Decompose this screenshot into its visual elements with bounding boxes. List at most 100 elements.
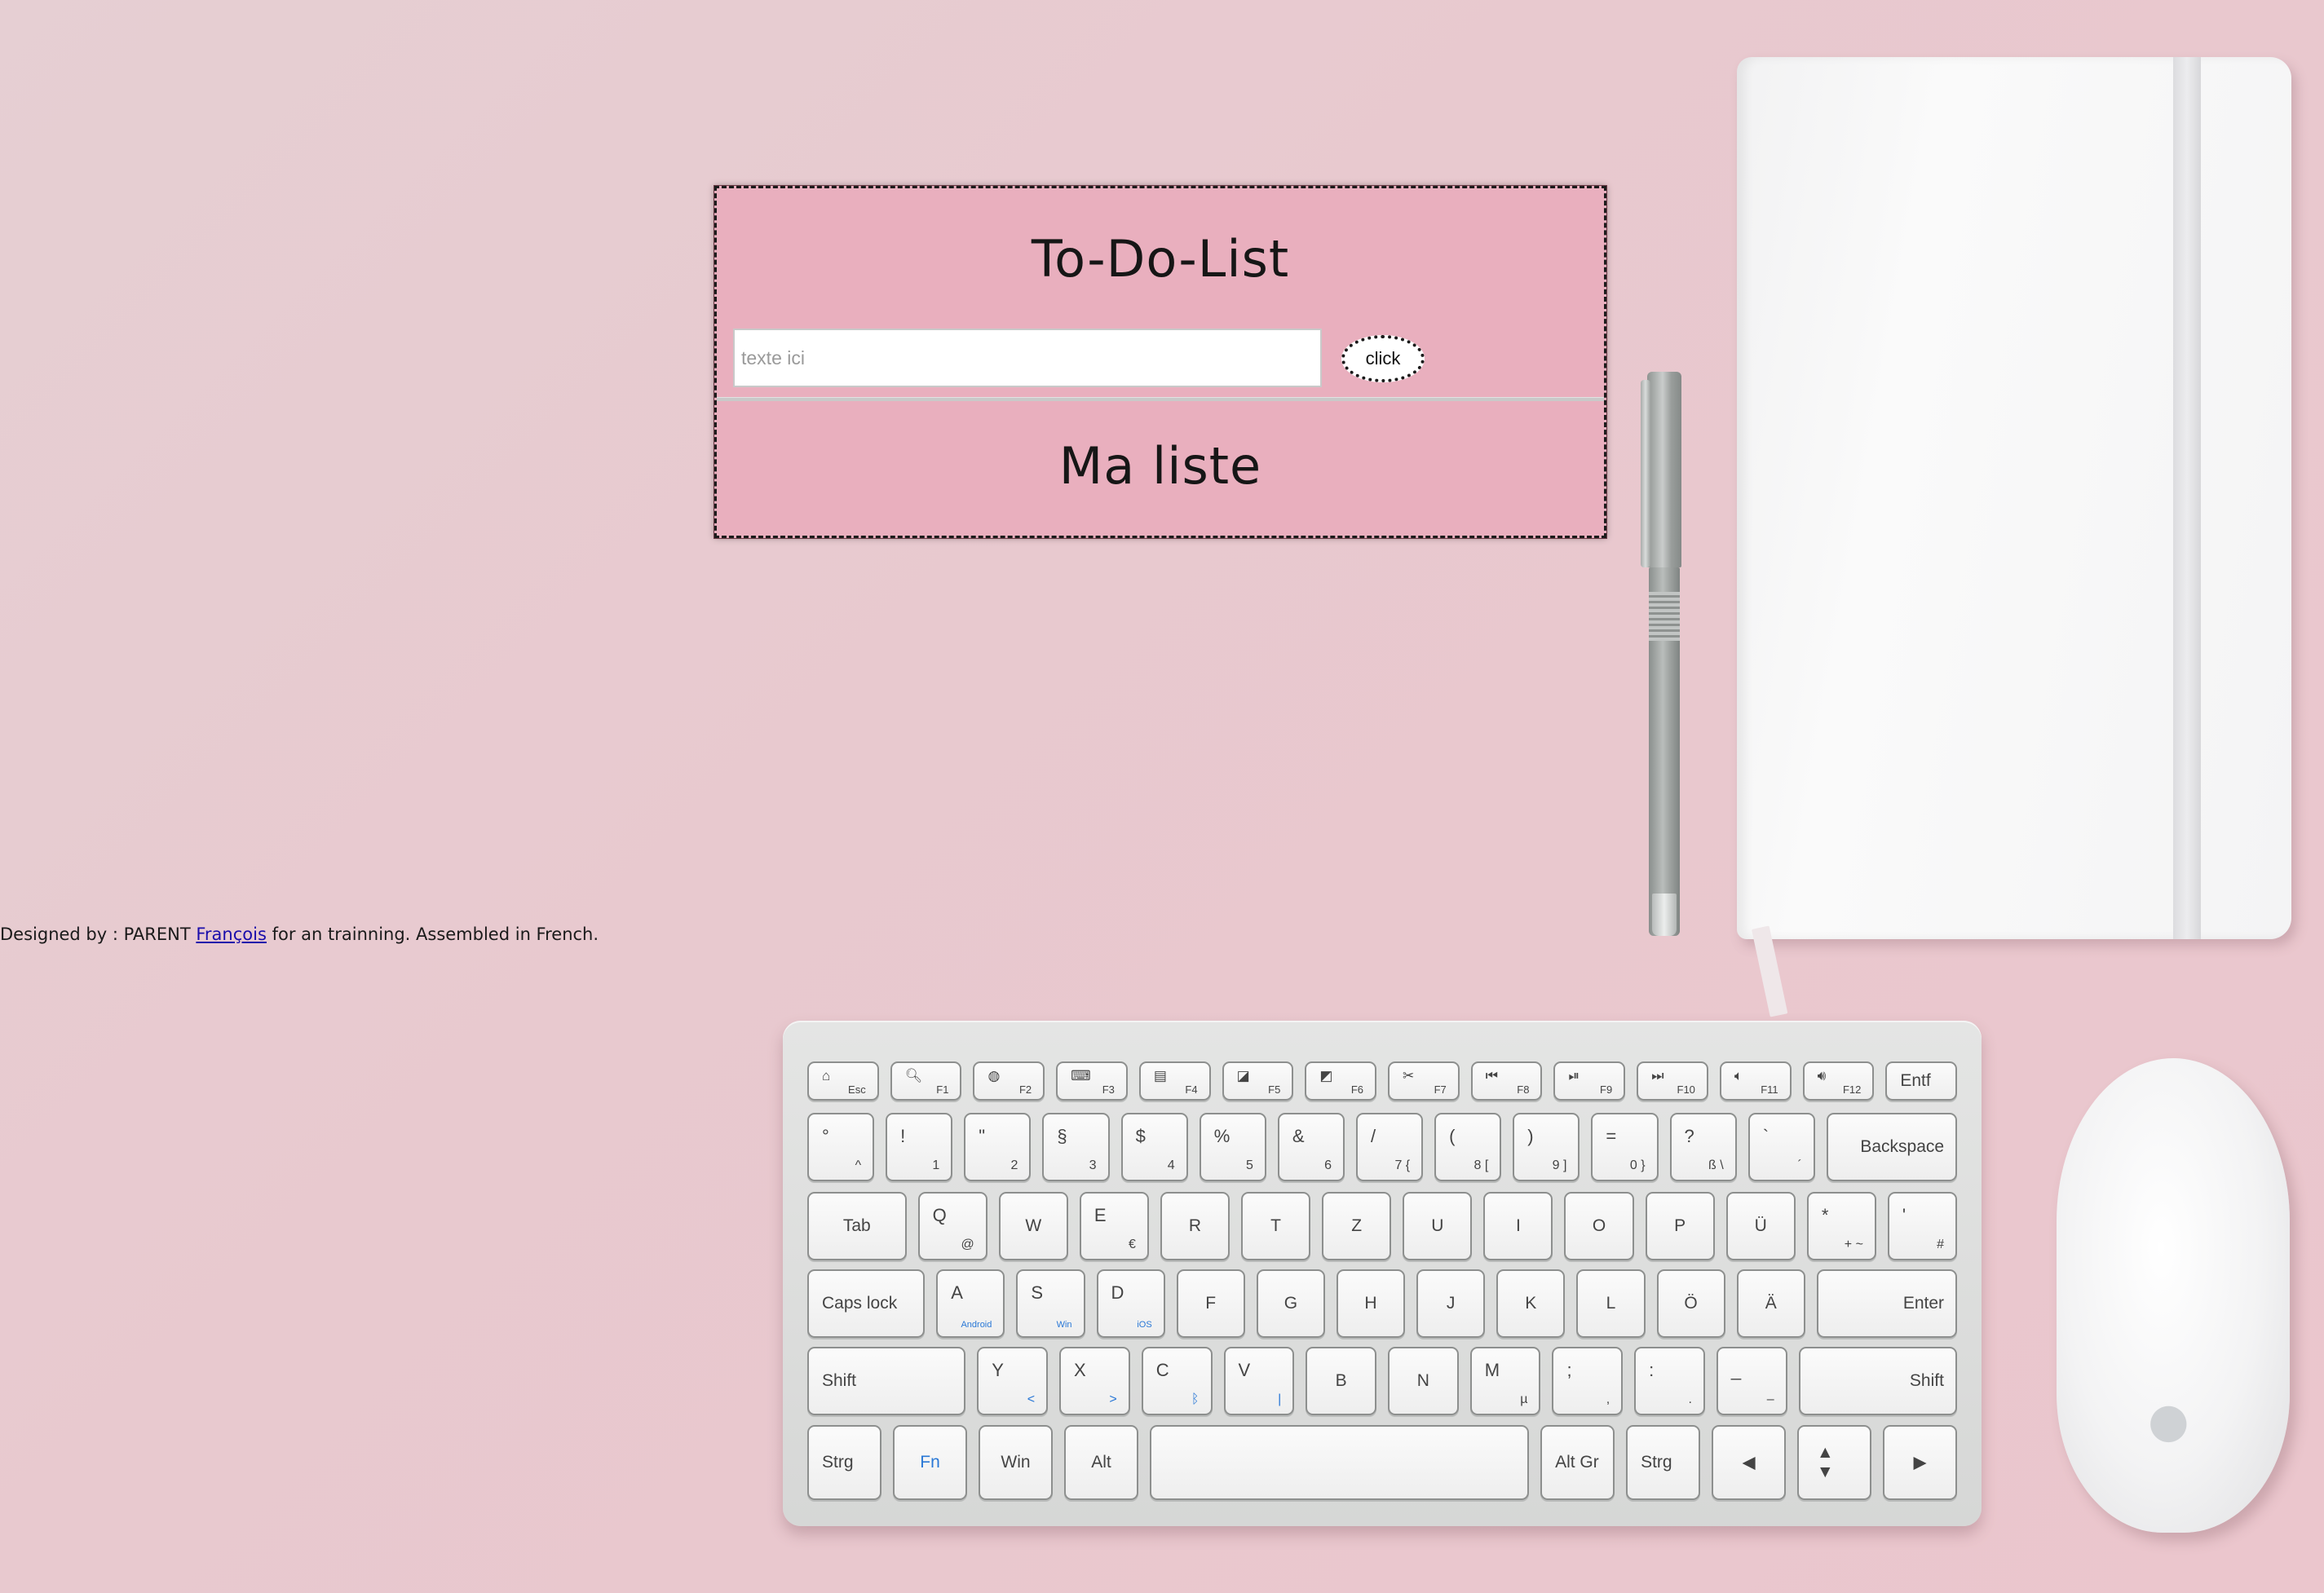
key-label: M	[1484, 1360, 1500, 1380]
key-label: H	[1364, 1294, 1377, 1313]
key-sublabel: + ~	[1844, 1238, 1863, 1251]
key-label: `	[1762, 1126, 1770, 1146]
key-sublabel: F7	[1434, 1083, 1447, 1096]
key-label: W	[1025, 1216, 1042, 1235]
key-label: Entf	[1900, 1071, 1931, 1090]
key-label: R	[1188, 1216, 1202, 1235]
key-label: U	[1431, 1216, 1444, 1235]
key-label: Alt Gr	[1555, 1453, 1599, 1472]
key-sublabel: F3	[1102, 1083, 1115, 1096]
key-label: D	[1111, 1282, 1124, 1303]
key-sublabel: F2	[1018, 1083, 1032, 1096]
key-sublabel: 5	[1245, 1158, 1253, 1172]
key-sublabel: €	[1129, 1238, 1136, 1251]
keyboard-key: A Android	[936, 1269, 1005, 1338]
key-label: *	[1821, 1205, 1829, 1225]
keyboard-key: I	[1483, 1192, 1553, 1260]
key-sublabel: F10	[1677, 1083, 1695, 1096]
key-label: E	[1094, 1205, 1107, 1225]
key-sublabel: F4	[1185, 1083, 1198, 1096]
add-task-button[interactable]: click	[1341, 335, 1425, 382]
keyboard-key: Entf	[1885, 1061, 1958, 1101]
keyboard-key: N	[1387, 1347, 1459, 1415]
keyboard-key: ` ´	[1747, 1113, 1815, 1181]
keyboard-key: J	[1416, 1269, 1486, 1338]
key-label: A	[951, 1282, 963, 1303]
keyboard-key: B	[1306, 1347, 1376, 1415]
card-divider	[717, 397, 1604, 401]
keyboard-key: E €	[1079, 1192, 1149, 1260]
key-label: "	[979, 1126, 986, 1146]
page-title: To-Do-List	[1031, 229, 1290, 289]
keyboard-key: $4	[1120, 1113, 1188, 1181]
keyboard-key: Fn	[893, 1425, 967, 1500]
mouse-photo: ●	[2057, 1058, 2290, 1533]
keyboard-key: ' #	[1887, 1192, 1958, 1260]
key-label: Alt	[1091, 1453, 1111, 1472]
footer-prefix: Designed by : PARENT	[0, 924, 197, 944]
key-label: ◍	[987, 1068, 1001, 1083]
key-label: Shift	[822, 1371, 857, 1390]
key-label: ◀	[1742, 1453, 1756, 1472]
key-label: 🔈︎	[1734, 1068, 1743, 1083]
todo-text-input[interactable]	[733, 329, 1322, 387]
key-label: C	[1155, 1360, 1169, 1380]
keyboard-key: Ö	[1656, 1269, 1725, 1338]
key-label: Fn	[920, 1453, 940, 1472]
key-sublabel: ᛒ	[1191, 1392, 1200, 1406]
key-label: ⌂	[822, 1068, 831, 1083]
keyboard-key: ▤ F4	[1138, 1061, 1211, 1101]
keyboard-key: ° ^	[807, 1113, 875, 1181]
key-label: _	[1730, 1360, 1742, 1380]
key-label: §	[1057, 1126, 1067, 1146]
keyboard-key: F	[1176, 1269, 1245, 1338]
key-sublabel: .	[1688, 1392, 1692, 1406]
keyboard-key: 🔍︎ F1	[890, 1061, 962, 1101]
key-sublabel: 1	[932, 1158, 940, 1172]
keyboard-key: ◪ F5	[1222, 1061, 1294, 1101]
keyboard-key: Shift	[807, 1347, 966, 1415]
key-label: Strg	[1641, 1453, 1672, 1472]
key-label: Win	[1001, 1453, 1031, 1472]
author-link[interactable]: François	[196, 924, 267, 944]
keyboard-key: R	[1160, 1192, 1230, 1260]
key-sublabel: F8	[1517, 1083, 1530, 1096]
keyboard-key: Backspace	[1826, 1113, 1958, 1181]
key-label: °	[822, 1126, 829, 1146]
keyboard-key: ⏭ F10	[1637, 1061, 1708, 1101]
keyboard-key	[1150, 1425, 1530, 1500]
keyboard-key: K	[1496, 1269, 1566, 1338]
key-label: Ö	[1684, 1294, 1698, 1313]
key-sublabel: ,	[1606, 1392, 1610, 1406]
pen-clip	[1641, 380, 1650, 567]
key-sublabel: 2	[1010, 1158, 1018, 1172]
keyboard-key: V |	[1223, 1347, 1295, 1415]
key-label: ▤	[1153, 1068, 1167, 1083]
key-label: ⏭	[1651, 1068, 1664, 1083]
key-sublabel: Android	[961, 1320, 992, 1330]
keyboard-key: ◩ F6	[1305, 1061, 1377, 1101]
keyboard-key: Mµ	[1469, 1347, 1541, 1415]
key-label: $	[1135, 1126, 1146, 1146]
keyboard-key: " 2	[964, 1113, 1032, 1181]
keyboard-key: 🔊︎ F12	[1802, 1061, 1875, 1101]
keyboard-key: L	[1576, 1269, 1646, 1338]
key-label: P	[1674, 1216, 1686, 1235]
keyboard-key: Ü	[1725, 1192, 1796, 1260]
key-label: &	[1292, 1126, 1305, 1146]
keyboard-key: Cᛒ	[1141, 1347, 1213, 1415]
keyboard-key: ⌨ F3	[1056, 1061, 1128, 1101]
keyboard-key: H	[1336, 1269, 1406, 1338]
keyboard-key: T	[1241, 1192, 1311, 1260]
key-label: ✂	[1403, 1068, 1415, 1083]
key-label: G	[1284, 1294, 1298, 1313]
key-label: ?	[1684, 1126, 1694, 1146]
key-label: ⏮	[1485, 1068, 1499, 1083]
key-label: J	[1446, 1294, 1456, 1313]
key-label: ;	[1566, 1360, 1572, 1380]
keyboard-key: DiOS	[1096, 1269, 1165, 1338]
key-label: I	[1516, 1216, 1521, 1235]
key-sublabel: 4	[1167, 1158, 1175, 1172]
key-label: V	[1238, 1360, 1251, 1380]
key-label: Z	[1351, 1216, 1363, 1235]
